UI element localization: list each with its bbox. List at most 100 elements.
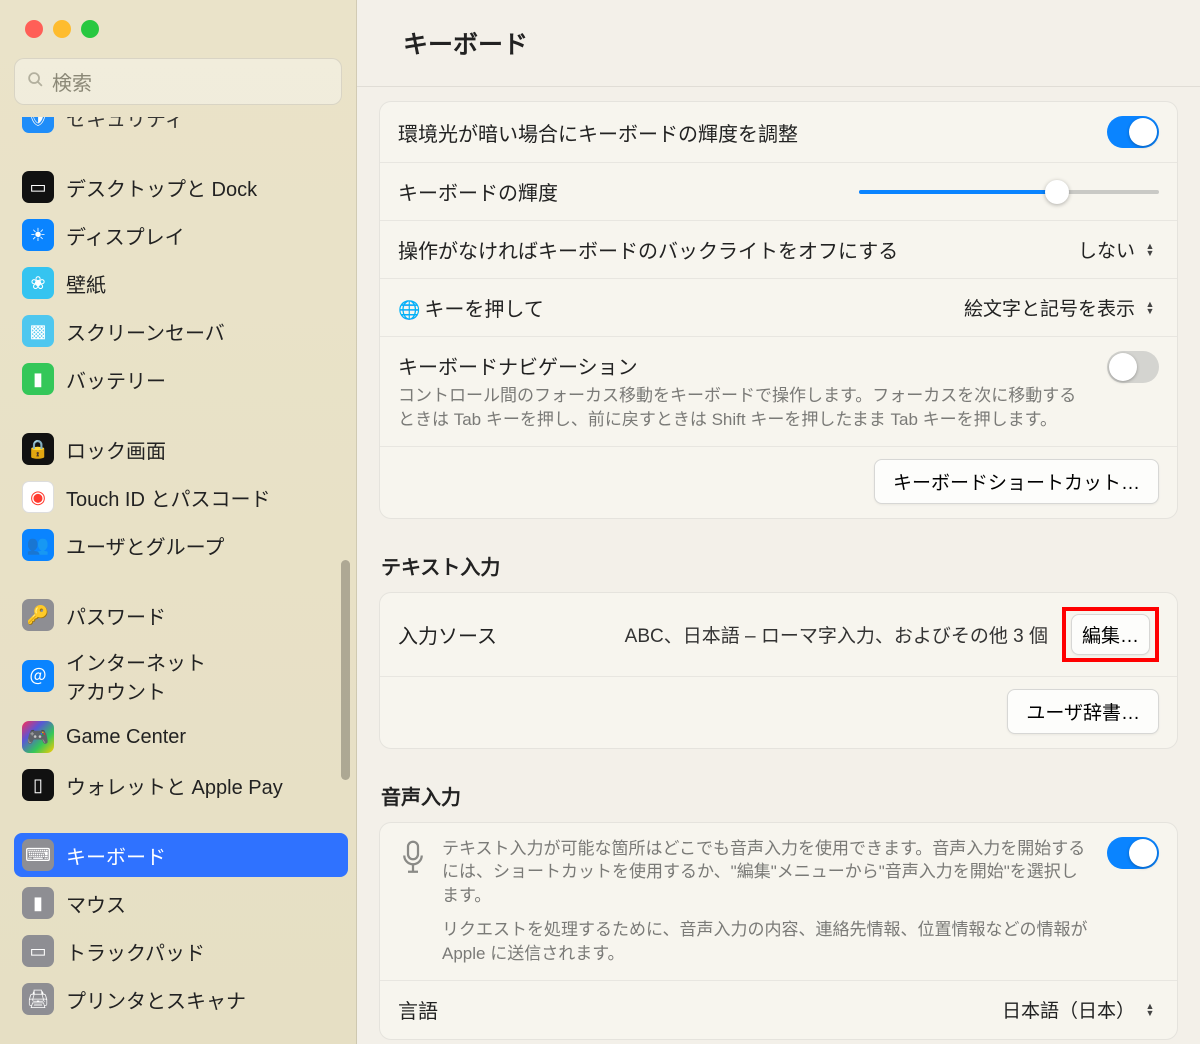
voice-input-heading: 音声入力	[381, 781, 1176, 810]
minimize-window-button[interactable]	[53, 20, 71, 38]
internet-icon: ＠	[22, 660, 54, 692]
globe-key-label: 🌐キーを押して	[398, 293, 544, 322]
printer-icon: 🖨	[22, 983, 54, 1015]
microphone-icon	[398, 839, 428, 885]
sidebar-item-label: Game Center	[66, 726, 186, 749]
sidebar-item-label: プリンタとスキャナ	[66, 985, 246, 1014]
sidebar-item-wallet[interactable]: ▯ ウォレットと Apple Pay	[14, 763, 348, 807]
popup-caret-icon: ▲▼	[1141, 999, 1159, 1021]
input-source-label: 入力ソース	[398, 620, 497, 649]
voice-input-panel: テキスト入力が可能な箇所はどこでも音声入力を使用できます。音声入力を開始するには…	[379, 822, 1178, 1040]
keyboard-settings-panel: 環境光が暗い場合にキーボードの輝度を調整 キーボードの輝度 操作がなければキーボ…	[379, 101, 1178, 519]
sidebar-item-internet[interactable]: ＠ インターネット アカウント	[14, 641, 348, 711]
sidebar-item-screensaver[interactable]: ▩スクリーンセーバ	[14, 309, 348, 353]
voice-input-row: テキスト入力が可能な箇所はどこでも音声入力を使用できます。音声入力を開始するには…	[380, 823, 1177, 981]
kbd-brightness-slider[interactable]	[859, 182, 1159, 202]
sidebar-item-label: マウス	[66, 889, 126, 918]
gamecenter-icon: 🎮	[22, 721, 54, 753]
text-input-heading: テキスト入力	[381, 551, 1176, 580]
backlight-off-label: 操作がなければキーボードのバックライトをオフにする	[398, 235, 898, 264]
display-icon: ☀	[22, 219, 54, 251]
voice-language-value: 日本語（日本）	[1002, 996, 1135, 1023]
auto-brightness-toggle[interactable]	[1107, 116, 1159, 148]
voice-language-row: 言語 日本語（日本） ▲▼	[380, 981, 1177, 1039]
kbd-shortcuts-button-row: キーボードショートカット…	[380, 447, 1177, 518]
trackpad-icon: ▭	[22, 935, 54, 967]
security-icon: 🛡	[22, 117, 54, 133]
voice-desc-1: テキスト入力が可能な箇所はどこでも音声入力を使用できます。音声入力を開始するには…	[442, 837, 1091, 908]
sidebar-item-label: ウォレットと Apple Pay	[66, 771, 283, 800]
sidebar-item-label: キーボード	[66, 841, 166, 870]
input-source-value: ABC、日本語 – ローマ字入力、およびその他 3 個	[625, 621, 1048, 648]
voice-language-label: 言語	[398, 995, 438, 1024]
kbd-brightness-label: キーボードの輝度	[398, 177, 558, 206]
sidebar-list: 🛡セキュリティ▭デスクトップと Dock☀ディスプレイ❀壁紙▩スクリーンセーバ▮…	[0, 117, 356, 1044]
mouse-icon: ▮	[22, 887, 54, 919]
auto-brightness-row: 環境光が暗い場合にキーボードの輝度を調整	[380, 102, 1177, 163]
sidebar-item-mouse[interactable]: ▮ マウス	[14, 881, 348, 925]
sidebar-item-label: セキュリティ	[66, 117, 185, 132]
sidebar-item-label: トラックパッド	[66, 937, 205, 966]
sidebar-item-wallpaper[interactable]: ❀ 壁紙	[14, 261, 348, 305]
backlight-off-value: しない	[1078, 236, 1135, 263]
wallpaper-icon: ❀	[22, 267, 54, 299]
backlight-off-popup[interactable]: しない ▲▼	[1078, 236, 1159, 263]
search-icon	[27, 71, 44, 93]
search-placeholder: 検索	[52, 67, 92, 96]
input-source-row: 入力ソース ABC、日本語 – ローマ字入力、およびその他 3 個 編集…	[380, 593, 1177, 677]
globe-key-popup[interactable]: 絵文字と記号を表示 ▲▼	[964, 294, 1159, 321]
input-source-edit-button[interactable]: 編集…	[1071, 614, 1150, 655]
sidebar-item-label: ロック画面	[66, 435, 166, 464]
sidebar-item-lock[interactable]: 🔒 ロック画面	[14, 427, 348, 471]
sidebar-item-battery[interactable]: ▮バッテリー	[14, 357, 348, 401]
sidebar-item-display[interactable]: ☀ ディスプレイ	[14, 213, 348, 257]
voice-language-popup[interactable]: 日本語（日本） ▲▼	[1002, 996, 1159, 1023]
sidebar-item-keyboard[interactable]: ⌨キーボード	[14, 833, 348, 877]
kbd-nav-row: キーボードナビゲーション コントロール間のフォーカス移動をキーボードで操作します…	[380, 337, 1177, 447]
sidebar-item-desktop[interactable]: ▭ デスクトップと Dock	[14, 165, 348, 209]
sidebar: 検索 🛡 セキュリティ ▭ デスクトップと Dock ☀ ディスプレイ ❀ 壁紙 ▩スクリーンセ…	[0, 0, 357, 1044]
sidebar-item-label: Touch ID とパスコード	[66, 483, 270, 512]
desktop-icon: ▭	[22, 171, 54, 203]
user-dict-button-row: ユーザ辞書…	[380, 677, 1177, 748]
search-input[interactable]: 検索	[14, 58, 342, 105]
zoom-window-button[interactable]	[81, 20, 99, 38]
sidebar-item-users[interactable]: 👥 ユーザとグループ	[14, 523, 348, 567]
kbd-shortcuts-button[interactable]: キーボードショートカット…	[874, 459, 1159, 504]
backlight-off-row: 操作がなければキーボードのバックライトをオフにする しない ▲▼	[380, 221, 1177, 279]
voice-desc-2: リクエストを処理するために、音声入力の内容、連絡先情報、位置情報などの情報が A…	[442, 918, 1091, 966]
popup-caret-icon: ▲▼	[1141, 239, 1159, 261]
window-controls	[0, 0, 356, 38]
sidebar-item-label: バッテリー	[66, 365, 166, 394]
voice-input-toggle[interactable]	[1107, 837, 1159, 869]
main-pane: キーボード 環境光が暗い場合にキーボードの輝度を調整 キーボードの輝度 操作がな…	[357, 0, 1200, 1044]
wallet-icon: ▯	[22, 769, 54, 801]
scrollbar[interactable]	[341, 560, 350, 780]
user-dictionary-button[interactable]: ユーザ辞書…	[1007, 689, 1159, 734]
sidebar-item-trackpad[interactable]: ▭ トラックパッド	[14, 929, 348, 973]
users-icon: 👥	[22, 529, 54, 561]
kbd-nav-label: キーボードナビゲーション	[398, 351, 1091, 380]
globe-key-value: 絵文字と記号を表示	[964, 294, 1135, 321]
sidebar-item-gamecenter[interactable]: 🎮 Game Center	[14, 715, 348, 759]
sidebar-item-security[interactable]: 🛡 セキュリティ	[14, 117, 348, 139]
close-window-button[interactable]	[25, 20, 43, 38]
edit-button-highlight: 編集…	[1062, 607, 1159, 662]
page-title: キーボード	[357, 0, 1200, 87]
sidebar-item-label: 壁紙	[66, 269, 106, 298]
sidebar-item-printer[interactable]: 🖨 プリンタとスキャナ	[14, 977, 348, 1021]
sidebar-item-passwords[interactable]: 🔑パスワード	[14, 593, 348, 637]
touchid-icon: ◉	[22, 481, 54, 513]
sidebar-item-label: ディスプレイ	[66, 221, 185, 250]
sidebar-item-label: ユーザとグループ	[66, 531, 224, 560]
kbd-nav-desc: コントロール間のフォーカス移動をキーボードで操作します。フォーカスを次に移動する…	[398, 384, 1091, 432]
sidebar-item-touchid[interactable]: ◉ Touch ID とパスコード	[14, 475, 348, 519]
sidebar-item-label: デスクトップと Dock	[66, 173, 257, 202]
sidebar-item-label: インターネット アカウント	[66, 647, 206, 705]
content: 環境光が暗い場合にキーボードの輝度を調整 キーボードの輝度 操作がなければキーボ…	[357, 87, 1200, 1044]
sidebar-item-label: スクリーンセーバ	[66, 317, 225, 346]
popup-caret-icon: ▲▼	[1141, 297, 1159, 319]
kbd-brightness-row: キーボードの輝度	[380, 163, 1177, 221]
kbd-nav-toggle[interactable]	[1107, 351, 1159, 383]
lock-icon: 🔒	[22, 433, 54, 465]
